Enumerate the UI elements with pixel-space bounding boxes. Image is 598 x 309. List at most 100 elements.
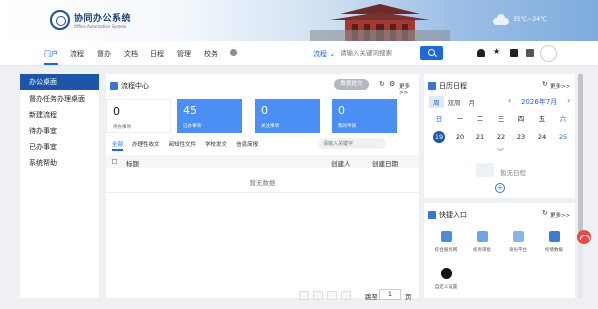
quick-item-identity[interactable]: 身份平台 <box>503 231 533 253</box>
weekday-sun: 日 <box>435 115 443 123</box>
next-month-icon[interactable]: › <box>567 96 570 105</box>
weekday-sat: 六 <box>559 115 567 123</box>
sidebar-item-todo[interactable]: 待办事宜 <box>20 123 99 139</box>
globe-icon[interactable] <box>230 49 237 56</box>
empty-schedule-icon <box>476 163 494 177</box>
tab-read-docs[interactable]: 阅知性文件 <box>169 140 197 148</box>
first-page-button[interactable] <box>299 291 309 300</box>
tab-week[interactable]: 周 <box>429 96 444 108</box>
weekday-fri: 五 <box>538 115 546 123</box>
prev-page-button[interactable] <box>313 291 323 300</box>
tab-month[interactable]: 月 <box>465 96 480 108</box>
service-portal-icon <box>440 231 452 242</box>
system-subtitle: Office Automation System <box>74 24 127 29</box>
current-month: 2026年7月 <box>521 98 558 106</box>
quick-more-link[interactable]: 更多>> <box>550 211 570 219</box>
tab-active-underline <box>112 149 123 151</box>
calendar-more-link[interactable]: 更多>> <box>550 82 570 90</box>
stat-card-my-requests[interactable]: 0 我的申请 <box>332 99 397 133</box>
page-number-input[interactable]: 1 <box>379 289 401 300</box>
expand-chevron-icon[interactable]: ︾ <box>497 147 504 157</box>
stat-card-done[interactable]: 45 已办事项 <box>177 99 242 133</box>
sidebar-item-new-process[interactable]: 新建流程 <box>20 107 99 123</box>
scrollbar-thumb[interactable] <box>578 74 583 234</box>
quick-entry-icon <box>428 211 436 219</box>
tab-biweek[interactable]: 双周 <box>444 96 465 108</box>
next-page-button[interactable] <box>327 291 337 300</box>
nav-management[interactable]: 管理 <box>177 49 191 59</box>
quick-item-campus-data[interactable]: 校情数据 <box>539 231 569 253</box>
day-cell[interactable]: 24 <box>536 131 548 143</box>
translate-icon[interactable] <box>510 49 518 57</box>
user-avatar[interactable] <box>540 45 557 62</box>
column-created-date: 创建日期 <box>372 160 398 168</box>
page-suffix: 页 <box>405 293 412 301</box>
process-more-link[interactable]: 更多>> <box>399 82 419 96</box>
table-header: 标题 创建人 创建日期 <box>106 155 419 168</box>
weekday-thu: 四 <box>517 115 525 123</box>
quick-refresh-icon[interactable]: ↻ <box>542 209 548 217</box>
sidebar-item-help[interactable]: 系统帮助 <box>20 155 99 171</box>
nav-process[interactable]: 流程 <box>70 49 84 59</box>
column-creator: 创建人 <box>331 160 351 168</box>
sidebar-item-done[interactable]: 已办事宜 <box>20 139 99 155</box>
quick-entry-title: 快捷入口 <box>428 210 467 220</box>
quick-item-custom-settings[interactable]: 自定义设置 <box>431 268 461 290</box>
cloud-icon <box>493 14 509 25</box>
nav-portal[interactable]: 门户 <box>44 49 58 59</box>
empty-state-text: 暂无数据 <box>249 179 276 187</box>
day-cell[interactable]: 25 <box>557 131 569 143</box>
search-type-select[interactable]: 流程 ⌄ <box>313 49 335 59</box>
nav-documents[interactable]: 文档 <box>124 49 138 59</box>
stat-card-todo[interactable]: 0 待办事项 <box>106 99 171 133</box>
calendar-refresh-icon[interactable]: ↻ <box>542 80 548 88</box>
calendar-view-tabs: 周 双周 月 <box>429 96 479 108</box>
nav-schedule[interactable]: 日程 <box>150 49 164 59</box>
main-nav: 门户 流程 督办 文档 日程 管理 校务 流程 ⌄ ★ <box>0 41 598 66</box>
nav-supervise[interactable]: 督办 <box>97 49 111 59</box>
process-tabs: 全部 办理性收文 阅知性文件 学校发文 信息简报 <box>112 140 258 148</box>
refresh-icon[interactable]: ↻ <box>379 80 385 88</box>
tab-school-docs[interactable]: 学校发文 <box>205 140 227 148</box>
calendar-panel: 日历日程 ↻ 更多>> 周 双周 月 ‹ 2026年7月 › 日 一 二 三 四… <box>424 74 575 198</box>
star-icon[interactable]: ★ <box>493 47 500 56</box>
nav-active-underline <box>44 63 58 65</box>
search-input[interactable] <box>340 45 418 61</box>
day-cell[interactable]: 22 <box>495 131 507 143</box>
process-center-title: 流程中心 <box>110 81 149 91</box>
keyword-search-input[interactable] <box>318 138 386 149</box>
page-scrollbar[interactable] <box>578 74 583 298</box>
select-all-checkbox[interactable] <box>112 159 117 164</box>
quick-item-service-portal[interactable]: 综合服务网 <box>431 231 461 253</box>
sidebar-item-office-desktop[interactable]: 办公桌面 <box>20 74 99 90</box>
stat-card-followed[interactable]: 0 关注事项 <box>255 99 320 133</box>
school-logo-icon <box>50 10 70 30</box>
sidebar-item-supervision-desktop[interactable]: 督办任务办理桌面 <box>20 91 99 107</box>
day-cell[interactable]: 19 <box>433 131 445 143</box>
add-schedule-button[interactable]: + <box>495 183 505 193</box>
weather-temperature: 35℃~24℃ <box>513 16 547 23</box>
day-cell[interactable]: 21 <box>474 131 486 143</box>
gear-icon[interactable]: ⚙ <box>389 80 395 88</box>
tab-briefings[interactable]: 信息简报 <box>236 140 258 148</box>
search-button[interactable] <box>420 46 443 60</box>
calendar-icon <box>428 82 436 90</box>
divider <box>106 192 419 193</box>
chart-icon <box>548 231 560 242</box>
tab-all[interactable]: 全部 <box>112 140 123 148</box>
day-cell[interactable]: 20 <box>454 131 466 143</box>
process-icon <box>110 82 118 90</box>
hotline-float-button[interactable] <box>577 230 591 244</box>
prev-month-icon[interactable]: ‹ <box>508 96 511 105</box>
day-cell[interactable]: 23 <box>515 131 527 143</box>
nav-school-affairs[interactable]: 校务 <box>204 49 218 59</box>
weekday-tue: 二 <box>476 115 484 123</box>
tab-incoming-docs[interactable]: 办理性收文 <box>132 140 160 148</box>
column-title: 标题 <box>126 160 139 168</box>
quick-item-approval[interactable]: 校务审批 <box>467 231 497 253</box>
mail-icon[interactable] <box>526 49 534 57</box>
last-page-button[interactable] <box>341 291 351 300</box>
data-submit-button[interactable]: 数据提交 <box>334 79 369 90</box>
bell-icon[interactable] <box>477 49 485 57</box>
weekday-mon: 一 <box>456 115 464 123</box>
